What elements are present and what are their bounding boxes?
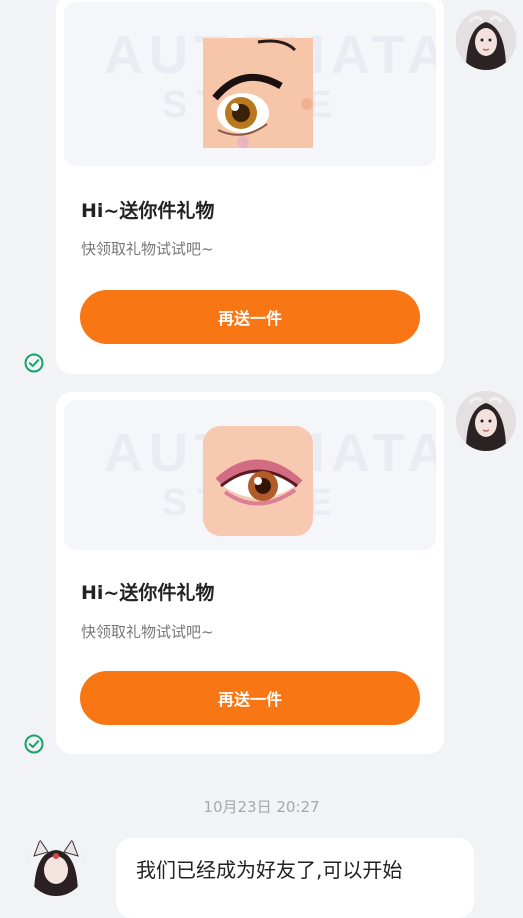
friend-avatar[interactable] (26, 836, 86, 896)
gift-card: AUTOMATA STORE Hi~送你件礼物 快领取礼物试试吧~ 再送一件 (56, 0, 444, 374)
gift-subtitle: 快领取礼物试试吧~ (81, 240, 214, 258)
message-bubble[interactable]: 我们已经成为好友了,可以开始 (116, 838, 474, 918)
check-circle-icon (24, 734, 44, 754)
gift-subtitle: 快领取礼物试试吧~ (81, 623, 214, 641)
sender-avatar[interactable] (456, 10, 516, 70)
gift-banner: AUTOMATA STORE (64, 400, 436, 550)
gift-card: AUTOMATA STORE Hi~送你件礼物 快领取礼物试试吧~ 再送一件 (56, 392, 444, 754)
message-text: 我们已经成为好友了,可以开始 (136, 858, 403, 882)
check-circle-icon (24, 353, 44, 373)
send-another-button[interactable]: 再送一件 (80, 671, 420, 725)
gift-title: Hi~送你件礼物 (81, 582, 215, 604)
send-another-button[interactable]: 再送一件 (80, 290, 420, 344)
gift-banner: AUTOMATA STORE (64, 2, 436, 166)
eye-thumbnail-icon (203, 426, 313, 536)
sender-avatar[interactable] (456, 391, 516, 451)
eye-thumbnail-icon (203, 38, 313, 148)
message-timestamp: 10月23日 20:27 (203, 798, 320, 816)
gift-title: Hi~送你件礼物 (81, 200, 215, 222)
